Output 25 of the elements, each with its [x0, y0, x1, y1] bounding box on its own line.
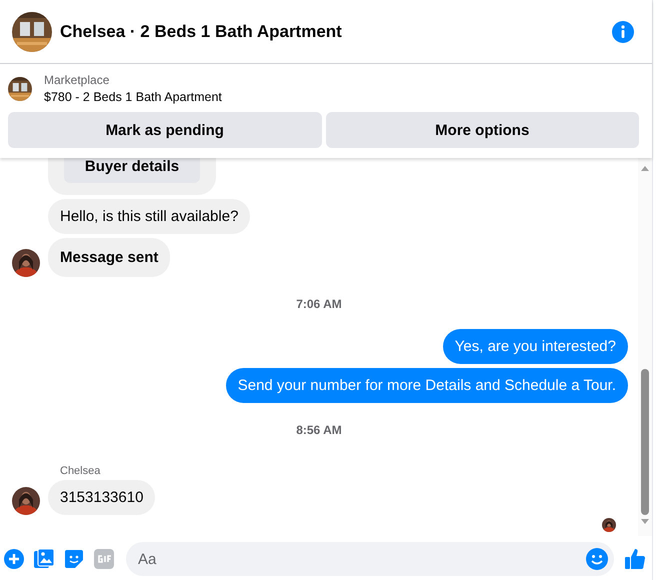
message-bubble: Hello, is this still available?: [48, 199, 250, 234]
scrollbar-thumb[interactable]: [641, 369, 649, 515]
emoji-icon[interactable]: [586, 548, 608, 570]
message-bubble: Yes, are you interested?: [442, 329, 628, 364]
info-icon[interactable]: [612, 20, 634, 42]
listing-source: Marketplace: [44, 73, 110, 87]
sticker-icon[interactable]: [64, 549, 84, 569]
action-button[interactable]: Mark as pending: [8, 112, 322, 148]
scroll-up-icon[interactable]: [641, 166, 649, 171]
message-bubble: 3153133610: [48, 480, 156, 515]
add-icon[interactable]: [4, 549, 24, 569]
thumbs-up-icon[interactable]: [624, 548, 646, 570]
scroll-down-icon[interactable]: [641, 519, 649, 524]
message-bubble: Send your number for more Details and Schedule a Tour.: [226, 368, 628, 403]
image-icon[interactable]: [34, 549, 54, 569]
sender-name: Chelsea: [60, 465, 102, 477]
timestamp: 7:06 AM: [296, 297, 342, 311]
listing-title: $780 - 2 Beds 1 Bath Apartment: [44, 90, 222, 104]
conversation-title: Chelsea · 2 Beds 1 Bath Apartment: [60, 22, 343, 42]
buyer-details-button[interactable]: Buyer details: [64, 158, 200, 183]
scrollbar[interactable]: [638, 158, 652, 536]
message-bubble: Message sent: [48, 238, 170, 277]
timestamp: 8:56 AM: [296, 423, 342, 437]
action-button[interactable]: More options: [326, 112, 639, 148]
message-field[interactable]: Aa: [126, 542, 614, 576]
